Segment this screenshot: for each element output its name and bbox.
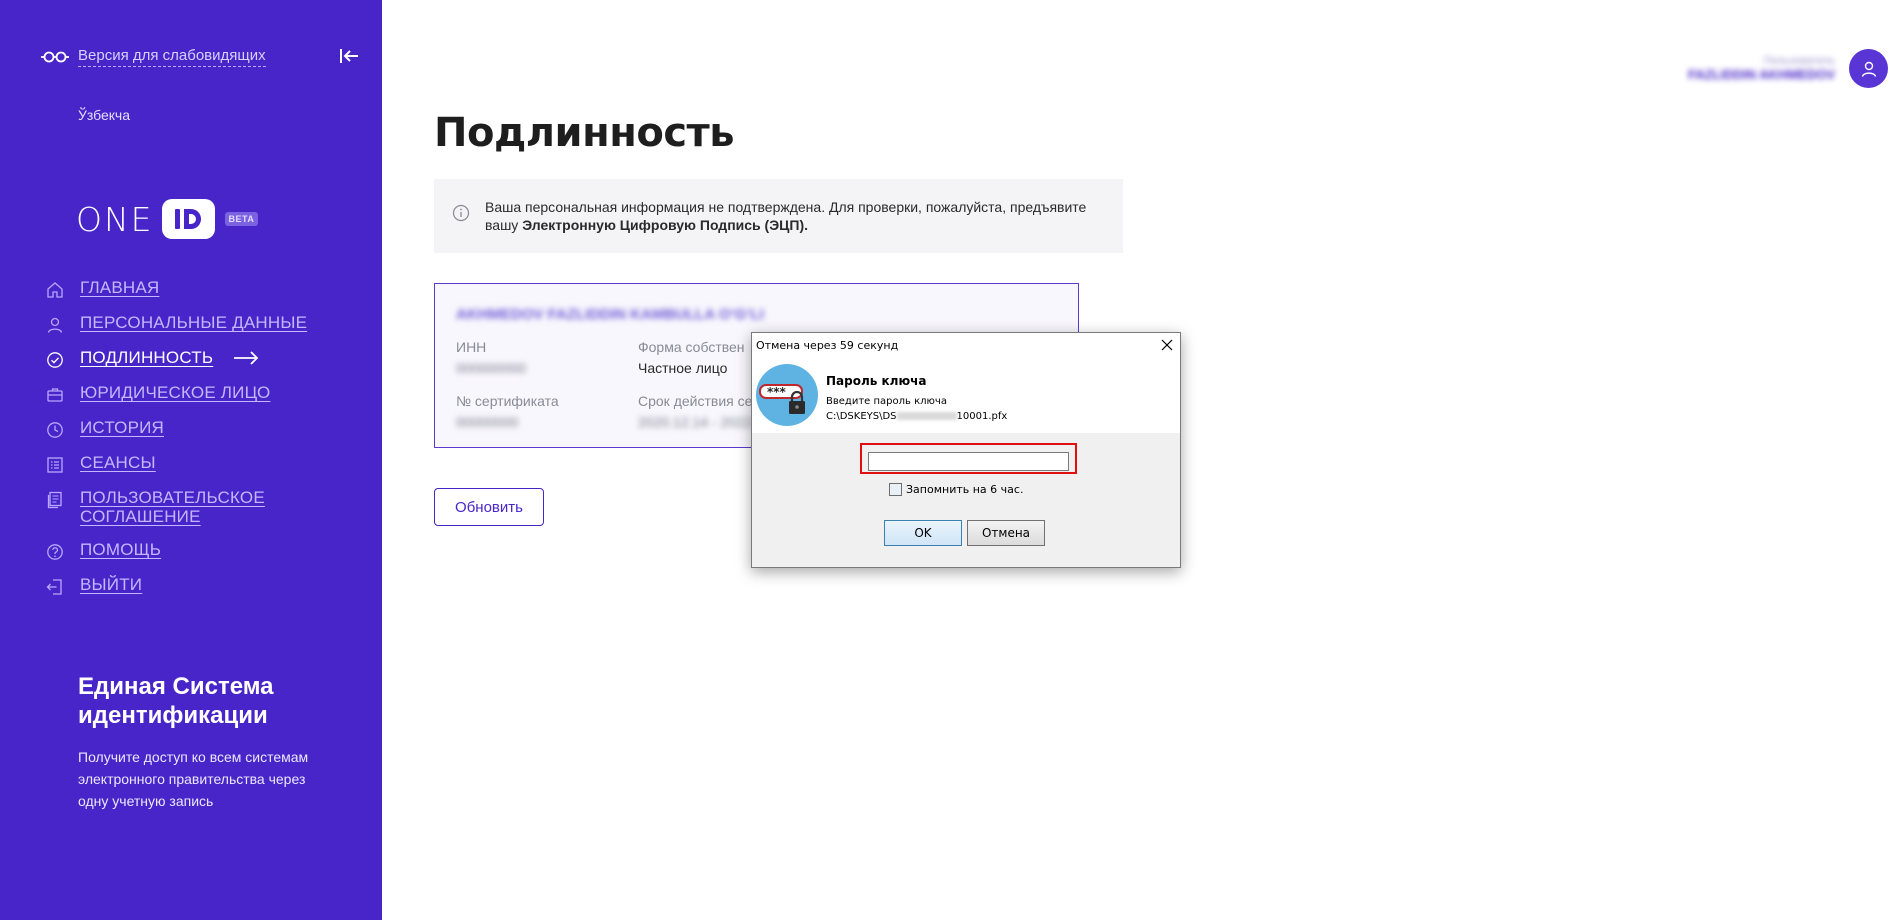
logo-text: ONE bbox=[76, 199, 154, 239]
cert-number-label: № сертификата bbox=[456, 393, 559, 409]
remember-checkbox[interactable] bbox=[889, 483, 902, 496]
sidebar-item-label: ПОДЛИННОСТЬ bbox=[80, 348, 214, 367]
sidebar-item-legal-entity[interactable]: ЮРИДИЧЕСКОЕ ЛИЦО bbox=[46, 383, 366, 404]
sidebar-item-home[interactable]: ГЛАВНАЯ bbox=[46, 278, 366, 299]
remember-label: Запомнить на 6 час. bbox=[906, 483, 1024, 496]
key-path-suffix: 10001.pfx bbox=[956, 411, 1008, 422]
remember-checkbox-row[interactable]: Запомнить на 6 час. bbox=[889, 483, 1023, 496]
arrow-right-icon bbox=[234, 351, 259, 365]
refresh-button[interactable]: Обновить bbox=[434, 488, 544, 526]
ownership-value: Частное лицо bbox=[638, 360, 728, 376]
sidebar-item-label: ПОМОЩЬ bbox=[80, 540, 162, 559]
ok-button[interactable]: OK bbox=[884, 520, 962, 546]
logout-icon bbox=[46, 579, 62, 595]
collapse-sidebar-icon[interactable] bbox=[338, 47, 360, 65]
sidebar-item-label: ИСТОРИЯ bbox=[80, 418, 165, 437]
list-icon bbox=[47, 457, 63, 473]
info-icon bbox=[452, 204, 470, 222]
promo-text: Получите доступ ко всем системам электро… bbox=[78, 749, 309, 809]
logo: ONE BETA bbox=[76, 199, 259, 239]
certificate-owner: AKHMEDOV FAZLIDDIN KAMBULLA OʻGʻLI bbox=[456, 306, 764, 323]
dialog-subtitle: Введите пароль ключа bbox=[826, 396, 947, 407]
verification-notice: Ваша персональная информация не подтверж… bbox=[434, 179, 1123, 253]
key-file-path: C:\DSKEYS\DS 10001.pfx bbox=[826, 411, 1007, 422]
promo-title: Единая Система идентификации bbox=[78, 673, 274, 729]
user-name: FAZLIDDIN AKHMEDOV bbox=[1688, 67, 1835, 82]
sidebar-item-authenticity[interactable]: ПОДЛИННОСТЬ bbox=[46, 348, 366, 369]
notice-bold-text: Электронную Цифровую Подпись (ЭЦП). bbox=[522, 217, 809, 233]
sidebar-item-label: СЕАНСЫ bbox=[80, 453, 156, 472]
logo-id-icon bbox=[161, 199, 215, 239]
sidebar-item-sessions[interactable]: СЕАНСЫ bbox=[46, 453, 366, 474]
a11y-toggle[interactable]: Версия для слабовидящих bbox=[40, 47, 266, 67]
clock-icon bbox=[47, 422, 63, 438]
dialog-title: Отмена через 59 секунд bbox=[756, 339, 899, 352]
inn-label: ИНН bbox=[456, 339, 487, 355]
beta-badge: BETA bbox=[224, 212, 259, 226]
dialog-heading: Пароль ключа bbox=[826, 374, 927, 388]
user-menu[interactable]: Пользователь FAZLIDDIN AKHMEDOV bbox=[1688, 49, 1888, 88]
sidebar-item-help[interactable]: ПОМОЩЬ bbox=[46, 540, 366, 561]
cancel-button[interactable]: Отмена bbox=[967, 520, 1045, 546]
notice-text: Ваша персональная информация не подтверж… bbox=[485, 198, 1123, 234]
home-icon bbox=[47, 282, 63, 298]
glasses-icon bbox=[41, 51, 69, 63]
sidebar-item-history[interactable]: ИСТОРИЯ bbox=[46, 418, 366, 439]
sidebar-item-label: ВЫЙТИ bbox=[80, 575, 143, 594]
password-input[interactable] bbox=[868, 451, 1069, 471]
key-path-prefix: C:\DSKEYS\DS bbox=[826, 411, 897, 422]
key-path-redacted bbox=[896, 412, 957, 420]
person-icon bbox=[47, 317, 63, 333]
check-circle-icon bbox=[47, 352, 63, 368]
user-info: Пользователь FAZLIDDIN AKHMEDOV bbox=[1688, 55, 1835, 82]
svg-text:***: *** bbox=[767, 385, 787, 399]
a11y-label: Версия для слабовидящих bbox=[78, 47, 266, 67]
inn-value: 000000000 bbox=[456, 360, 527, 376]
sidebar-nav: ГЛАВНАЯ ПЕРСОНАЛЬНЫЕ ДАННЫЕ ПОДЛИННОСТЬ … bbox=[46, 278, 366, 610]
help-icon bbox=[47, 544, 63, 560]
sidebar-item-label: ЮРИДИЧЕСКОЕ ЛИЦО bbox=[80, 383, 271, 402]
sidebar-item-label: ГЛАВНАЯ bbox=[80, 278, 160, 297]
key-password-icon: *** bbox=[756, 364, 818, 426]
document-icon bbox=[47, 491, 62, 509]
user-icon bbox=[1861, 61, 1876, 77]
key-password-dialog: Отмена через 59 секунд *** Пароль ключа … bbox=[751, 332, 1181, 568]
avatar[interactable] bbox=[1849, 49, 1888, 88]
sidebar-item-personal-data[interactable]: ПЕРСОНАЛЬНЫЕ ДАННЫЕ bbox=[46, 313, 366, 334]
sidebar-item-label: ПОЛЬЗОВАТЕЛЬСКОЕ СОГЛАШЕНИЕ bbox=[80, 488, 265, 526]
language-switch[interactable]: Ўзбекча bbox=[78, 107, 130, 123]
page-title: Подлинность bbox=[434, 110, 735, 156]
close-icon[interactable] bbox=[1160, 338, 1174, 352]
briefcase-icon bbox=[47, 388, 63, 402]
sidebar: Версия для слабовидящих Ўзбекча ONE BETA… bbox=[0, 0, 382, 920]
ownership-label: Форма собствен bbox=[638, 339, 745, 355]
sidebar-item-label: ПЕРСОНАЛЬНЫЕ ДАННЫЕ bbox=[80, 313, 308, 332]
sidebar-item-user-agreement[interactable]: ПОЛЬЗОВАТЕЛЬСКОЕ СОГЛАШЕНИЕ bbox=[46, 488, 366, 526]
user-role: Пользователь bbox=[1763, 55, 1835, 67]
cert-number-value: 00000000 bbox=[456, 414, 519, 430]
validity-label: Срок действия се bbox=[638, 393, 753, 409]
password-highlight bbox=[860, 443, 1077, 474]
sidebar-item-logout[interactable]: ВЫЙТИ bbox=[46, 575, 366, 596]
